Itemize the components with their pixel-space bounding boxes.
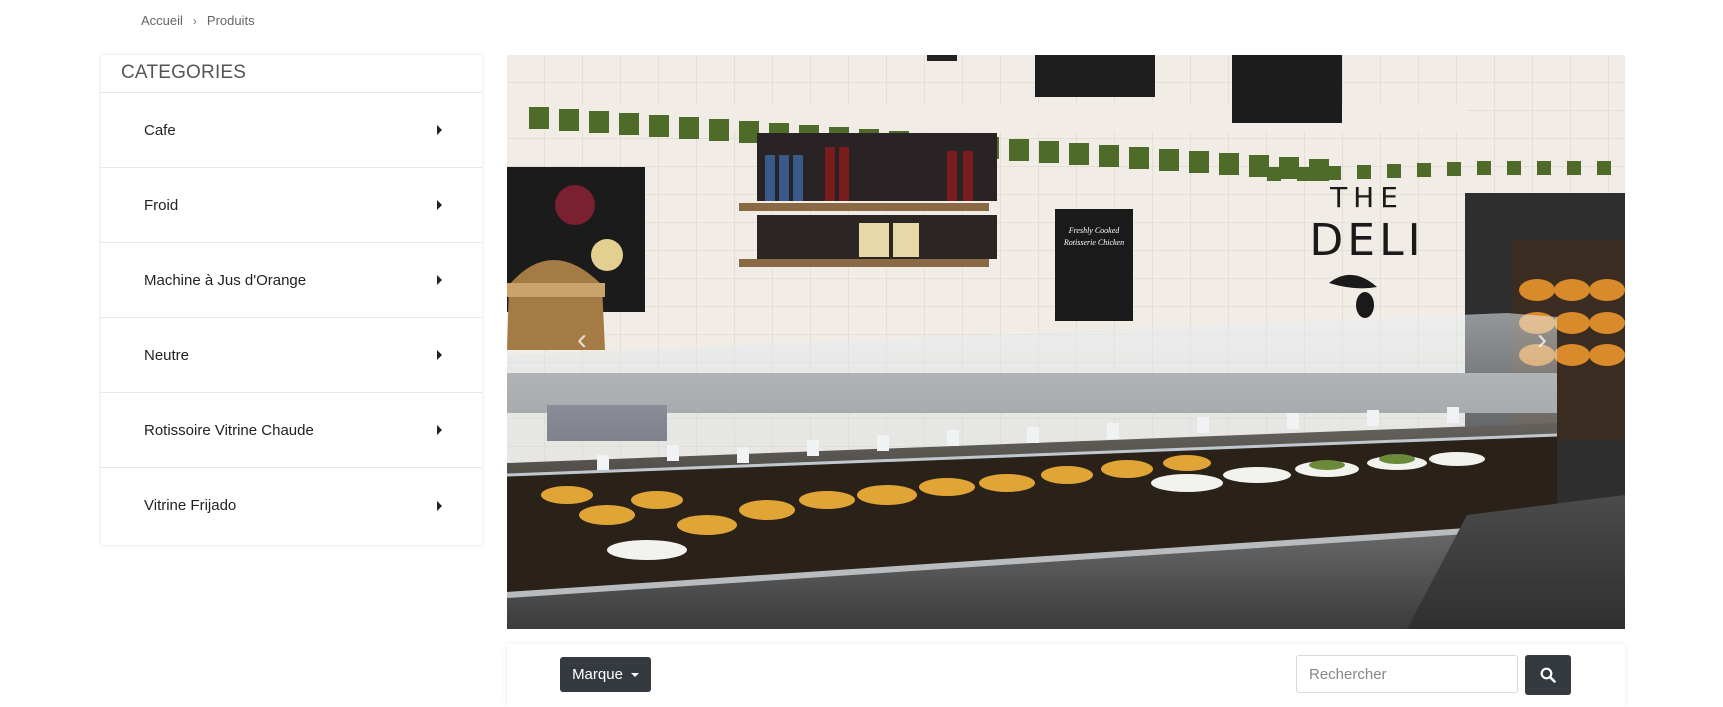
category-label: Cafe — [144, 121, 176, 139]
chevron-right-icon: › — [1537, 323, 1547, 356]
carousel-prev-control[interactable]: ‹ — [567, 325, 597, 355]
category-item-neutre[interactable]: Neutre — [101, 318, 482, 393]
search-input[interactable] — [1296, 655, 1518, 693]
category-item-froid[interactable]: Froid — [101, 168, 482, 243]
caret-right-icon — [437, 350, 442, 360]
chevron-left-icon: ‹ — [577, 323, 587, 356]
caret-right-icon — [437, 125, 442, 135]
breadcrumb-current: Produits — [206, 13, 255, 28]
category-label: Vitrine Frijado — [144, 497, 237, 514]
breadcrumb-home-link[interactable]: Accueil — [141, 13, 183, 28]
breadcrumb: Accueil › Produits — [141, 13, 255, 28]
brand-dropdown-label: Marque — [572, 666, 623, 683]
category-item-rotissoire-vitrine-chaude[interactable]: Rotissoire Vitrine Chaude — [101, 393, 482, 468]
menu-board-text-1: Freshly Cooked — [1068, 226, 1121, 235]
caret-down-icon — [630, 672, 639, 677]
carousel-image-deli-counter: Freshly Cooked Rotisserie Chicken THE DE… — [507, 55, 1625, 629]
categories-sidebar: CATEGORIES Cafe Froid Machine à Jus d'Or… — [101, 55, 482, 545]
caret-right-icon — [437, 425, 442, 435]
category-item-vitrine-frijado[interactable]: Vitrine Frijado — [101, 468, 482, 543]
product-carousel[interactable]: Freshly Cooked Rotisserie Chicken THE DE… — [507, 55, 1625, 629]
menu-board-text-2: Rotisserie Chicken — [1063, 238, 1124, 247]
search-button[interactable] — [1525, 655, 1571, 695]
brand-dropdown-button[interactable]: Marque — [560, 657, 651, 692]
caret-right-icon — [437, 500, 442, 511]
caret-right-icon — [437, 200, 442, 210]
category-label: Rotissoire Vitrine Chaude — [144, 421, 314, 439]
breadcrumb-separator: › — [192, 13, 197, 28]
carousel-next-control[interactable]: › — [1527, 325, 1557, 355]
category-item-cafe[interactable]: Cafe — [101, 93, 482, 168]
caret-right-icon — [437, 275, 442, 285]
deli-sign-the: THE — [1329, 181, 1404, 214]
sidebar-title: CATEGORIES — [101, 55, 482, 93]
deli-sign-deli: DELI — [1309, 215, 1424, 266]
category-label: Froid — [144, 196, 179, 214]
category-item-machine-jus-orange[interactable]: Machine à Jus d'Orange — [101, 243, 482, 318]
product-toolbar: Marque — [507, 644, 1625, 707]
category-list: Cafe Froid Machine à Jus d'Orange Neutre… — [101, 93, 482, 543]
category-label: Machine à Jus d'Orange — [144, 271, 307, 289]
search-icon — [1540, 667, 1556, 683]
category-label: Neutre — [144, 346, 190, 364]
